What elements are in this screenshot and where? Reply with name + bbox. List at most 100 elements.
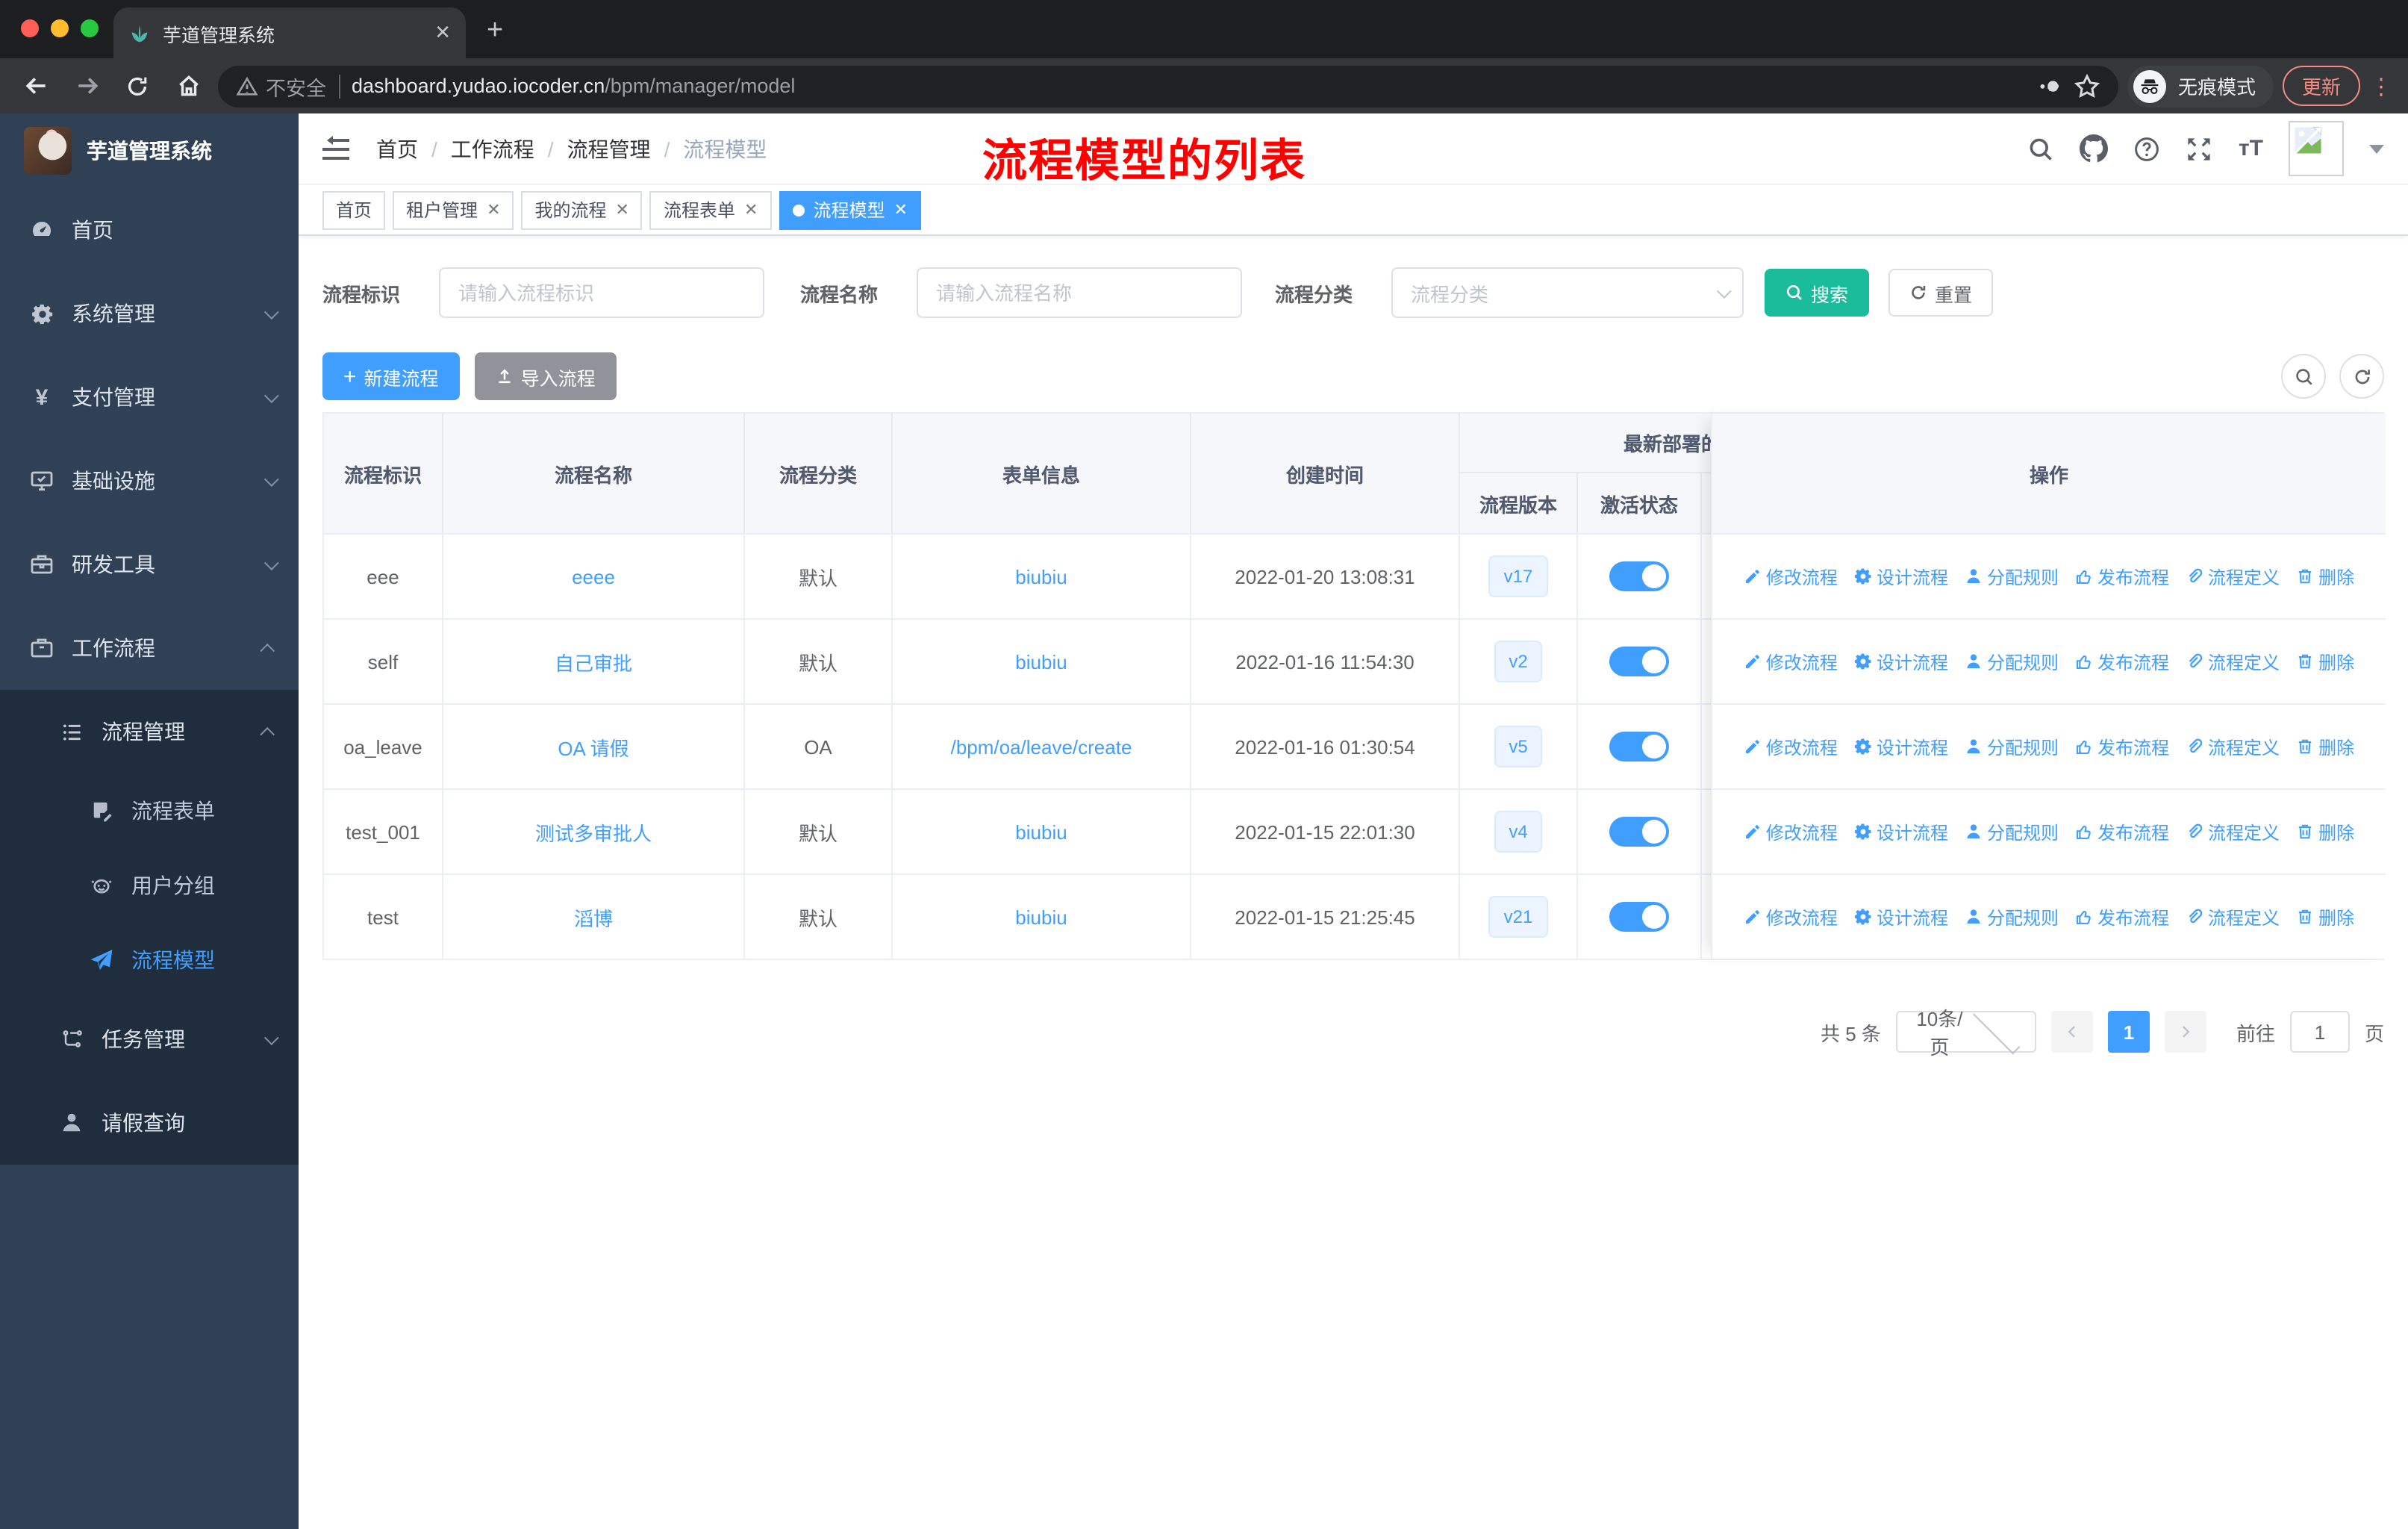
sidebar-item-home[interactable]: 首页 <box>0 188 299 272</box>
tag-my-process[interactable]: 我的流程 ✕ <box>521 190 643 229</box>
delete-link[interactable]: 删除 <box>2296 819 2354 844</box>
page-number-current[interactable]: 1 <box>2107 1011 2150 1053</box>
collapse-sidebar-icon[interactable] <box>322 135 349 159</box>
update-button[interactable]: 更新 <box>2282 66 2360 106</box>
browser-menu-icon[interactable]: ⋮ <box>2369 72 2393 99</box>
publish-process-link[interactable]: 发布流程 <box>2075 564 2169 589</box>
prev-page-button[interactable] <box>2050 1011 2093 1053</box>
active-toggle[interactable] <box>1609 561 1669 591</box>
back-icon[interactable] <box>15 65 57 107</box>
process-id-input[interactable] <box>439 267 764 318</box>
fullscreen-icon[interactable] <box>2186 135 2213 162</box>
process-definition-link[interactable]: 流程定义 <box>2186 564 2280 589</box>
close-icon[interactable]: ✕ <box>744 200 758 219</box>
delete-link[interactable]: 删除 <box>2296 734 2354 759</box>
active-toggle[interactable] <box>1609 902 1669 932</box>
avatar[interactable] <box>2289 121 2344 176</box>
design-process-link[interactable]: 设计流程 <box>1854 649 1948 674</box>
process-name-link[interactable]: eeee <box>572 565 615 588</box>
delete-link[interactable]: 删除 <box>2296 904 2354 929</box>
assign-rule-link[interactable]: 分配规则 <box>1965 649 2059 674</box>
sidebar-item-infra[interactable]: 基础设施 <box>0 439 299 523</box>
tag-home[interactable]: 首页 <box>322 190 386 229</box>
goto-page-input[interactable] <box>2289 1011 2350 1053</box>
form-info-link[interactable]: biubiu <box>1015 906 1067 928</box>
bookmark-star-icon[interactable] <box>2074 72 2100 99</box>
publish-process-link[interactable]: 发布流程 <box>2075 734 2169 759</box>
sidebar-item-process-model[interactable]: 流程模型 <box>0 923 299 997</box>
tag-process-form[interactable]: 流程表单 ✕ <box>649 190 772 229</box>
sidebar-item-task-mgmt[interactable]: 任务管理 <box>0 997 299 1081</box>
process-definition-link[interactable]: 流程定义 <box>2186 904 2280 929</box>
window-controls[interactable] <box>21 19 99 37</box>
github-icon[interactable] <box>2080 134 2109 163</box>
form-info-link[interactable]: /bpm/oa/leave/create <box>951 735 1132 758</box>
publish-process-link[interactable]: 发布流程 <box>2075 819 2169 844</box>
design-process-link[interactable]: 设计流程 <box>1854 904 1948 929</box>
next-page-button[interactable] <box>2164 1011 2206 1053</box>
form-info-link[interactable]: biubiu <box>1015 650 1067 673</box>
process-definition-link[interactable]: 流程定义 <box>2186 734 2280 759</box>
active-toggle[interactable] <box>1609 647 1669 676</box>
close-icon[interactable]: ✕ <box>893 200 907 219</box>
zoom-window-button[interactable] <box>81 19 99 37</box>
form-info-link[interactable]: biubiu <box>1015 565 1067 588</box>
reset-button[interactable]: 重置 <box>1888 269 1994 317</box>
search-icon[interactable] <box>2028 135 2055 162</box>
browser-tab[interactable]: 芋道管理系统 ✕ <box>113 7 466 58</box>
reload-icon[interactable] <box>116 65 158 107</box>
breadcrumb-workflow[interactable]: 工作流程 <box>451 134 534 164</box>
import-process-button[interactable]: 导入流程 <box>474 352 617 400</box>
font-size-icon[interactable]: ᴛT <box>2239 136 2263 161</box>
help-icon[interactable] <box>2134 135 2161 162</box>
version-badge[interactable]: v5 <box>1494 726 1543 767</box>
assign-rule-link[interactable]: 分配规则 <box>1965 564 2059 589</box>
edit-process-link[interactable]: 修改流程 <box>1744 649 1838 674</box>
design-process-link[interactable]: 设计流程 <box>1854 734 1948 759</box>
home-icon[interactable] <box>167 65 209 107</box>
active-toggle[interactable] <box>1609 817 1669 847</box>
active-toggle[interactable] <box>1609 732 1669 762</box>
avatar-caret-icon[interactable] <box>2369 144 2384 161</box>
version-badge[interactable]: v2 <box>1494 641 1543 682</box>
breadcrumb-home[interactable]: 首页 <box>376 134 418 164</box>
sidebar-item-system[interactable]: 系统管理 <box>0 272 299 355</box>
assign-rule-link[interactable]: 分配规则 <box>1965 734 2059 759</box>
sidebar-item-workflow[interactable]: 工作流程 <box>0 606 299 690</box>
version-badge[interactable]: v21 <box>1488 896 1548 938</box>
delete-link[interactable]: 删除 <box>2296 564 2354 589</box>
edit-process-link[interactable]: 修改流程 <box>1744 819 1838 844</box>
sidebar-item-process-form[interactable]: 流程表单 <box>0 773 299 848</box>
edit-process-link[interactable]: 修改流程 <box>1744 904 1838 929</box>
tab-close-icon[interactable]: ✕ <box>434 21 451 45</box>
url-bar[interactable]: 不安全 dashboard.yudao.iocoder.cn/bpm/manag… <box>218 65 2118 107</box>
sidebar-item-process-mgmt[interactable]: 流程管理 <box>0 690 299 773</box>
minimize-window-button[interactable] <box>51 19 69 37</box>
edit-process-link[interactable]: 修改流程 <box>1744 564 1838 589</box>
sidebar-item-devtools[interactable]: 研发工具 <box>0 523 299 606</box>
publish-process-link[interactable]: 发布流程 <box>2075 904 2169 929</box>
breadcrumb-process-mgmt[interactable]: 流程管理 <box>567 134 651 164</box>
close-icon[interactable]: ✕ <box>616 200 629 219</box>
sidebar-item-user-group[interactable]: 用户分组 <box>0 848 299 923</box>
version-badge[interactable]: v17 <box>1488 555 1548 597</box>
process-name-link[interactable]: OA 请假 <box>558 732 628 761</box>
process-definition-link[interactable]: 流程定义 <box>2186 819 2280 844</box>
process-name-link[interactable]: 滔博 <box>574 903 613 931</box>
forward-icon[interactable] <box>66 65 107 107</box>
publish-process-link[interactable]: 发布流程 <box>2075 649 2169 674</box>
close-window-button[interactable] <box>21 19 39 37</box>
page-size-select[interactable]: 10条/页 <box>1895 1006 2036 1059</box>
security-warning[interactable]: 不安全 <box>236 71 326 101</box>
refresh-button[interactable] <box>2339 354 2384 399</box>
assign-rule-link[interactable]: 分配规则 <box>1965 819 2059 844</box>
tag-process-model[interactable]: 流程模型 ✕ <box>779 190 921 229</box>
toggle-search-button[interactable] <box>2281 354 2326 399</box>
process-name-input[interactable] <box>917 267 1242 318</box>
design-process-link[interactable]: 设计流程 <box>1854 564 1948 589</box>
sidebar-item-leave-query[interactable]: 请假查询 <box>0 1081 299 1165</box>
tag-tenant[interactable]: 租户管理 ✕ <box>393 190 514 229</box>
assign-rule-link[interactable]: 分配规则 <box>1965 904 2059 929</box>
process-definition-link[interactable]: 流程定义 <box>2186 649 2280 674</box>
process-name-link[interactable]: 测试多审批人 <box>535 818 652 846</box>
